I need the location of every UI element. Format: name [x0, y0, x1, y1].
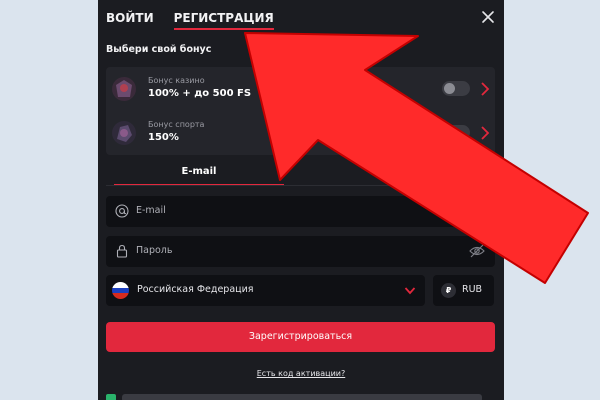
lock-icon: [116, 244, 128, 258]
registration-method-tabs: E-mail Те: [106, 164, 495, 186]
chevron-down-icon: [404, 287, 416, 295]
bonus-value: 100% + до 500 FS: [148, 88, 252, 99]
at-icon: [115, 204, 129, 218]
registration-modal: ВОЙТИ РЕГИСТРАЦИЯ Выбери свой бонус Бону…: [98, 0, 504, 400]
bonus-section-title: Выбери свой бонус: [106, 44, 212, 55]
auth-tabs: ВОЙТИ РЕГИСТРАЦИЯ: [106, 11, 274, 30]
activation-code-link[interactable]: Есть код активации?: [257, 369, 345, 378]
russia-flag-icon: [112, 282, 129, 299]
bonus-value: 150%: [148, 132, 179, 143]
bonus-label: Бонус спорта: [148, 120, 205, 129]
bonus-item-sport[interactable]: Бонус спорта 150%: [106, 111, 495, 155]
chevron-right-icon[interactable]: [480, 81, 490, 97]
password-field[interactable]: Пароль: [106, 236, 495, 267]
bonus-toggle[interactable]: [442, 81, 470, 96]
sport-bonus-icon: [112, 121, 136, 145]
country-name: Российская Федерация: [137, 284, 254, 295]
country-select[interactable]: Российская Федерация: [106, 275, 425, 306]
chevron-right-icon[interactable]: [480, 125, 490, 141]
bonus-toggle[interactable]: [442, 125, 470, 140]
tab-email[interactable]: E-mail: [114, 164, 284, 186]
password-placeholder: Пароль: [136, 245, 173, 256]
bonus-list: Бонус казино 100% + до 500 FS Бонус спор…: [106, 67, 495, 155]
register-button[interactable]: Зарегистрироваться: [106, 322, 495, 352]
email-field[interactable]: E-mail: [106, 196, 495, 227]
currency-select[interactable]: ₽ RUB: [433, 275, 494, 306]
terms-checkbox[interactable]: [106, 394, 116, 400]
close-icon[interactable]: [481, 10, 495, 24]
bonus-label: Бонус казино: [148, 76, 205, 85]
currency-code: RUB: [462, 284, 483, 295]
ruble-icon: ₽: [441, 283, 456, 298]
eye-off-icon[interactable]: [469, 244, 485, 258]
casino-bonus-icon: [112, 77, 136, 101]
tabs-divider: [106, 185, 495, 186]
bonus-item-casino[interactable]: Бонус казино 100% + до 500 FS: [106, 67, 495, 111]
tab-login[interactable]: ВОЙТИ: [106, 11, 154, 30]
email-placeholder: E-mail: [136, 205, 166, 216]
terms-text: [122, 394, 482, 400]
activation-code-row: Есть код активации?: [98, 369, 504, 378]
tab-registration[interactable]: РЕГИСТРАЦИЯ: [173, 11, 274, 30]
tab-phone[interactable]: Те: [306, 164, 486, 186]
